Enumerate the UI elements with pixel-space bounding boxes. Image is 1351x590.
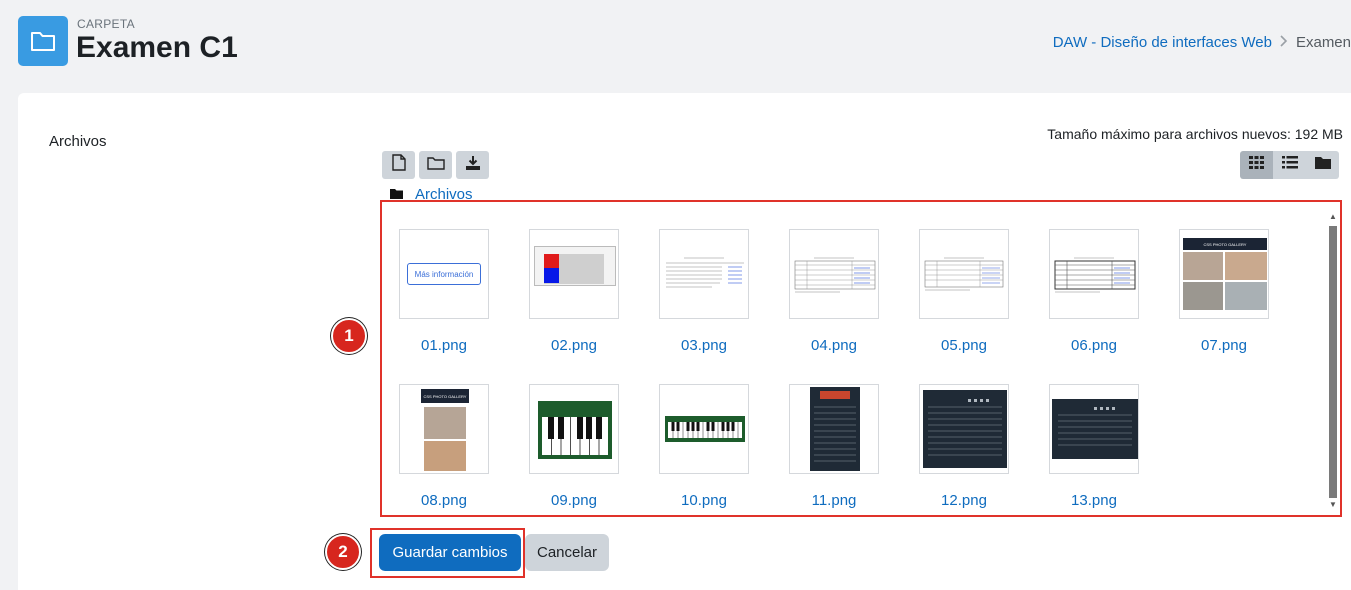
chevron-right-icon: [1280, 35, 1288, 50]
file-thumbnail[interactable]: [659, 384, 749, 474]
file-tile-08[interactable]: CSS PHOTO GALLERY 08.png: [399, 384, 489, 509]
file-tile-09[interactable]: 09.png: [529, 384, 619, 509]
download-icon: [465, 155, 481, 176]
file-thumbnail[interactable]: [919, 229, 1009, 319]
file-tile-07[interactable]: CSS PHOTO GALLERY 07.png: [1179, 229, 1269, 354]
file-name[interactable]: 11.png: [769, 492, 899, 509]
file-thumbnail[interactable]: CSS PHOTO GALLERY: [399, 384, 489, 474]
save-changes-button[interactable]: Guardar cambios: [379, 534, 521, 571]
file-tile-03[interactable]: 03.png: [659, 229, 749, 354]
file-tile-05[interactable]: 05.png: [919, 229, 1009, 354]
file-tile-01[interactable]: Más información 01.png: [399, 229, 489, 354]
breadcrumb: DAW - Diseño de interfaces Web Examen: [1053, 34, 1351, 51]
scroll-up-icon[interactable]: ▲: [1328, 212, 1338, 222]
file-name[interactable]: 10.png: [639, 492, 769, 509]
file-name[interactable]: 03.png: [639, 337, 769, 354]
file-name[interactable]: 04.png: [769, 337, 899, 354]
max-file-size-text: Tamaño máximo para archivos nuevos: 192 …: [1047, 126, 1343, 142]
file-tile-13[interactable]: 13.png: [1049, 384, 1139, 509]
breadcrumb-course-link[interactable]: DAW - Diseño de interfaces Web: [1053, 34, 1272, 51]
file-tile-02[interactable]: 02.png: [529, 229, 619, 354]
grid-view-icon: [1249, 156, 1264, 174]
file-name[interactable]: 05.png: [899, 337, 1029, 354]
add-file-icon: [391, 154, 406, 176]
files-scrollbar[interactable]: ▲ ▼: [1328, 210, 1338, 510]
page-title: Examen C1: [76, 31, 238, 64]
thumb-button-preview: Más información: [407, 263, 481, 285]
file-name[interactable]: 12.png: [899, 492, 1029, 509]
file-thumbnail[interactable]: [1049, 384, 1139, 474]
scrollbar-thumb[interactable]: [1329, 226, 1337, 498]
file-name[interactable]: 06.png: [1029, 337, 1159, 354]
list-view-icon: [1281, 156, 1298, 174]
file-thumbnail[interactable]: [529, 384, 619, 474]
cancel-button[interactable]: Cancelar: [525, 534, 609, 571]
file-thumbnail[interactable]: [789, 229, 879, 319]
folder-view-icon: [1314, 156, 1331, 174]
annotation-badge-2: 2: [325, 534, 361, 570]
view-mode-switcher: [1240, 151, 1339, 179]
scroll-down-icon[interactable]: ▼: [1328, 500, 1338, 510]
file-name[interactable]: 01.png: [379, 337, 509, 354]
file-name[interactable]: 07.png: [1159, 337, 1289, 354]
breadcrumb-current: Examen: [1295, 34, 1351, 51]
file-thumbnail[interactable]: [919, 384, 1009, 474]
grid-view-button[interactable]: [1240, 151, 1273, 179]
file-name[interactable]: 09.png: [509, 492, 639, 509]
folder-icon: [18, 16, 68, 66]
file-thumbnail[interactable]: [789, 384, 879, 474]
file-tile-06[interactable]: 06.png: [1049, 229, 1139, 354]
file-tile-12[interactable]: 12.png: [919, 384, 1009, 509]
add-file-button[interactable]: [382, 151, 415, 179]
file-name[interactable]: 02.png: [509, 337, 639, 354]
list-view-button[interactable]: [1273, 151, 1306, 179]
file-thumbnail[interactable]: [659, 229, 749, 319]
file-name[interactable]: 08.png: [379, 492, 509, 509]
file-thumbnail[interactable]: CSS PHOTO GALLERY: [1179, 229, 1269, 319]
file-name[interactable]: 13.png: [1029, 492, 1159, 509]
download-all-button[interactable]: [456, 151, 489, 179]
files-field-label: Archivos: [49, 133, 107, 150]
page-eyebrow: CARPETA: [77, 17, 135, 31]
file-thumbnail[interactable]: Más información: [399, 229, 489, 319]
file-thumbnail[interactable]: [529, 229, 619, 319]
filepicker-toolbar: [382, 151, 489, 179]
file-tile-10[interactable]: 10.png: [659, 384, 749, 509]
tree-view-button[interactable]: [1306, 151, 1339, 179]
file-tile-04[interactable]: 04.png: [789, 229, 879, 354]
create-folder-button[interactable]: [419, 151, 452, 179]
file-tile-11[interactable]: 11.png: [789, 384, 879, 509]
file-thumbnail[interactable]: [1049, 229, 1139, 319]
create-folder-icon: [426, 156, 445, 175]
annotation-badge-1: 1: [331, 318, 367, 354]
